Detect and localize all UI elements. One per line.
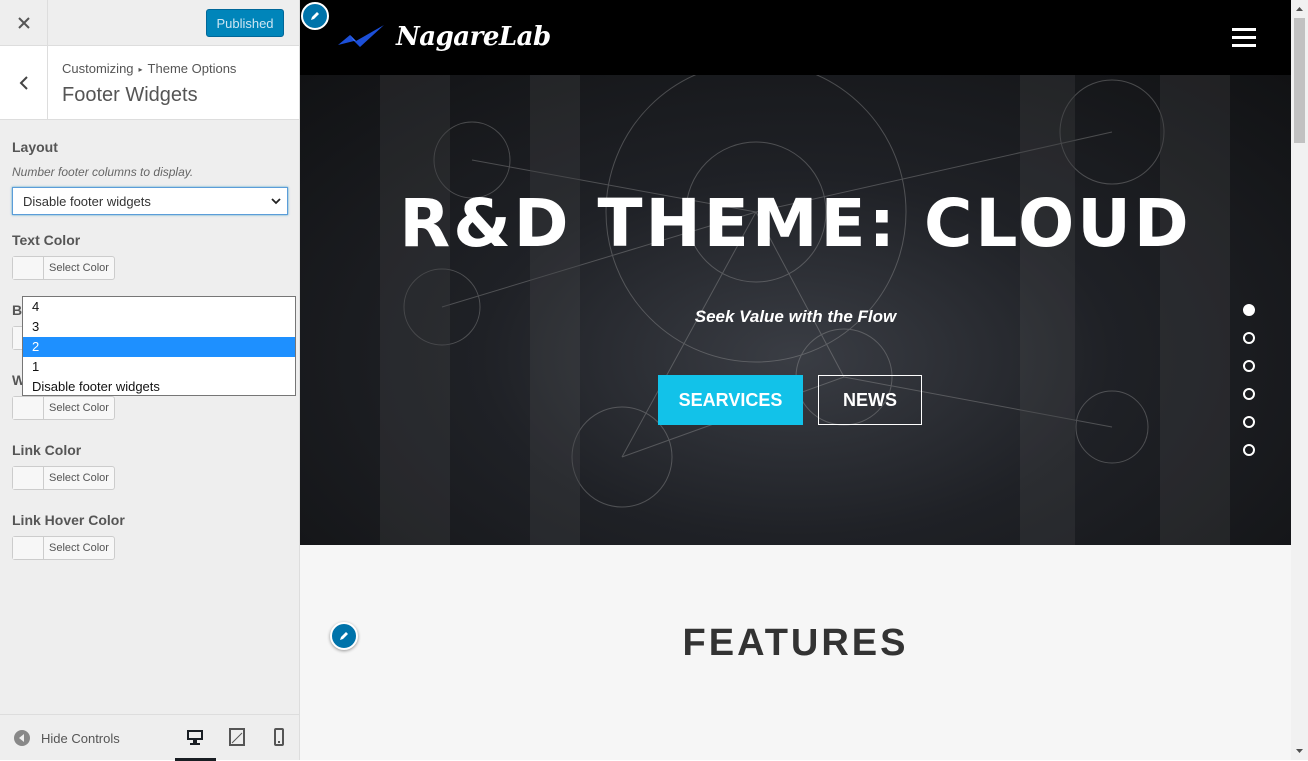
site-header: NagareLab [300, 0, 1291, 75]
background-color-label: B [12, 302, 23, 318]
slider-dot[interactable] [1243, 304, 1255, 316]
breadcrumb-separator-icon: ▸ [138, 65, 143, 74]
logo-text: NagareLab [396, 22, 551, 52]
news-button[interactable]: NEWS [818, 375, 922, 425]
site-preview: NagareLab R&D THEME: CLOUD Seek Value wi… [300, 0, 1308, 760]
layout-description: Number footer columns to display. [12, 165, 194, 179]
dropdown-option[interactable]: 4 [23, 297, 295, 317]
section-title: Footer Widgets [62, 84, 198, 106]
link-hover-color-picker[interactable]: Select Color [12, 536, 115, 560]
slider-dot[interactable] [1243, 444, 1255, 456]
collapse-arrow-icon [14, 730, 30, 746]
link-hover-color-label: Link Hover Color [12, 512, 125, 528]
dropdown-option[interactable]: 1 [23, 357, 295, 377]
color-swatch [13, 467, 44, 489]
edit-shortcut-pencil-icon[interactable] [301, 2, 329, 30]
dropdown-option[interactable]: Disable footer widgets [23, 377, 295, 397]
breadcrumb-child: Theme Options [147, 61, 237, 76]
widget-color-picker[interactable]: Select Color [12, 396, 115, 420]
hero-slider: R&D THEME: CLOUD Seek Value with the Flo… [300, 75, 1291, 545]
dropdown-option[interactable]: 3 [23, 317, 295, 337]
features-heading: FEATURES [682, 622, 909, 664]
back-button[interactable] [0, 46, 48, 119]
logo-mark-icon [338, 25, 384, 47]
tablet-icon[interactable] [228, 728, 246, 746]
select-color-label: Select Color [49, 542, 109, 554]
mobile-icon[interactable] [270, 728, 288, 746]
color-swatch [13, 257, 44, 279]
scrollbar-thumb[interactable] [1294, 18, 1305, 143]
breadcrumb: Customizing ▸ Theme Options [62, 61, 236, 76]
color-swatch [13, 537, 44, 559]
publish-button[interactable]: Published [206, 9, 284, 37]
close-customizer-button[interactable] [0, 0, 48, 45]
layout-label: Layout [12, 139, 58, 155]
link-color-picker[interactable]: Select Color [12, 466, 115, 490]
layout-select-value: Disable footer widgets [23, 193, 151, 209]
select-color-label: Select Color [49, 472, 109, 484]
chevron-left-icon [19, 75, 28, 90]
breadcrumb-parent: Customizing [62, 61, 134, 76]
customizer-sidebar: Published Customizing ▸ Theme Options Foot… [0, 0, 300, 761]
dropdown-option-highlighted[interactable]: 2 [23, 337, 295, 357]
menu-hamburger-icon[interactable] [1232, 28, 1256, 48]
customizer-footer: Hide Controls [0, 714, 299, 761]
text-color-picker[interactable]: Select Color [12, 256, 115, 280]
scroll-up-icon [1296, 7, 1303, 11]
services-button[interactable]: SEARVICES [658, 375, 803, 425]
hide-controls-button[interactable]: Hide Controls [14, 730, 120, 746]
select-color-label: Select Color [49, 402, 109, 414]
slider-dot[interactable] [1243, 332, 1255, 344]
hero-title: R&D THEME: CLOUD [399, 185, 1192, 262]
slider-dot[interactable] [1243, 388, 1255, 400]
slider-dot[interactable] [1243, 360, 1255, 372]
hero-subtitle: Seek Value with the Flow [694, 307, 897, 326]
color-swatch [13, 397, 44, 419]
layout-dropdown-list: 4 3 2 1 Disable footer widgets [22, 296, 296, 396]
scroll-down-icon [1296, 749, 1303, 753]
chevron-down-icon [271, 198, 281, 205]
slider-dot[interactable] [1243, 416, 1255, 428]
customizer-topbar: Published [0, 0, 299, 46]
link-color-label: Link Color [12, 442, 82, 458]
layout-select[interactable]: Disable footer widgets [12, 187, 288, 215]
site-logo[interactable]: NagareLab [336, 22, 551, 52]
close-icon [17, 16, 30, 29]
select-color-label: Select Color [49, 262, 109, 274]
hide-controls-label: Hide Controls [41, 730, 120, 746]
text-color-label: Text Color [12, 232, 81, 248]
section-header: Customizing ▸ Theme Options Footer Widgets [0, 46, 299, 120]
preview-scrollbar[interactable] [1291, 0, 1308, 760]
desktop-icon[interactable] [186, 728, 204, 746]
